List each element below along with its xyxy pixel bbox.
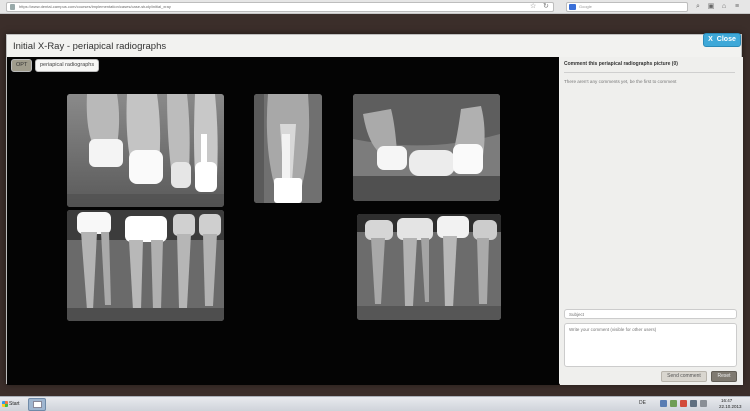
search-input[interactable]: Google <box>566 2 688 12</box>
refresh-icon[interactable]: ↻ <box>543 2 549 11</box>
radiograph-upper-middle[interactable] <box>254 94 322 203</box>
network-icon[interactable] <box>660 400 667 407</box>
home-icon[interactable]: ⌂ <box>719 2 729 11</box>
volume-icon[interactable] <box>700 400 707 407</box>
search-engine-icon <box>569 4 576 10</box>
reset-button[interactable]: Reset <box>711 371 737 382</box>
comments-panel: Comment this periapical radiographs pict… <box>560 57 743 385</box>
star-icon[interactable]: ☆ <box>530 2 536 11</box>
clock-time: 16:47 <box>721 398 733 403</box>
modal-title: Initial X-Ray - periapical radiographs <box>13 41 167 52</box>
start-label: Start <box>9 401 20 407</box>
close-label: Close <box>716 36 736 43</box>
subject-input[interactable] <box>564 309 737 319</box>
browser-toolbar: https://www.dental-campus.com/courses/im… <box>0 0 750 14</box>
taskbar: Start DE 16:47 22.10.2013 <box>0 396 750 411</box>
monitor-icon[interactable] <box>690 400 697 407</box>
tab-periapical-radiographs[interactable]: periapical radiographs <box>35 59 100 72</box>
comment-textarea[interactable] <box>564 323 737 367</box>
send-comment-button[interactable]: Send comment <box>661 371 707 382</box>
start-button[interactable]: Start <box>2 399 22 410</box>
clock-date: 22.10.2013 <box>719 404 742 409</box>
shield-icon[interactable] <box>670 400 677 407</box>
url-text: https://www.dental-campus.com/courses/im… <box>19 4 171 9</box>
taskbar-app-button[interactable] <box>28 398 46 411</box>
app-window-icon <box>33 401 42 408</box>
address-bar[interactable]: https://www.dental-campus.com/courses/im… <box>6 2 554 12</box>
language-indicator[interactable]: DE <box>639 400 646 406</box>
comments-header: Comment this periapical radiographs pict… <box>564 61 735 73</box>
search-icon[interactable]: ⌕ <box>693 2 703 11</box>
tab-opt[interactable]: OPT <box>11 59 33 72</box>
close-icon: X <box>708 36 713 43</box>
radiograph-upper-left[interactable] <box>67 94 224 207</box>
windows-logo-icon <box>2 401 8 407</box>
bookmark-icon[interactable]: ▣ <box>706 2 716 11</box>
alert-icon[interactable] <box>680 400 687 407</box>
xray-viewer: OPT periapical radiographs <box>7 57 559 385</box>
radiograph-lower-left[interactable] <box>67 210 224 321</box>
menu-icon[interactable]: ≡ <box>732 2 742 11</box>
comments-empty-text: There aren't any comments yet, be the fi… <box>564 79 677 84</box>
lock-icon <box>10 4 15 10</box>
radiograph-upper-right[interactable] <box>353 94 500 201</box>
xray-modal: Initial X-Ray - periapical radiographs X… <box>6 33 743 385</box>
search-placeholder: Google <box>579 4 592 9</box>
radiograph-lower-right[interactable] <box>357 214 501 320</box>
close-button[interactable]: X Close <box>703 33 741 47</box>
